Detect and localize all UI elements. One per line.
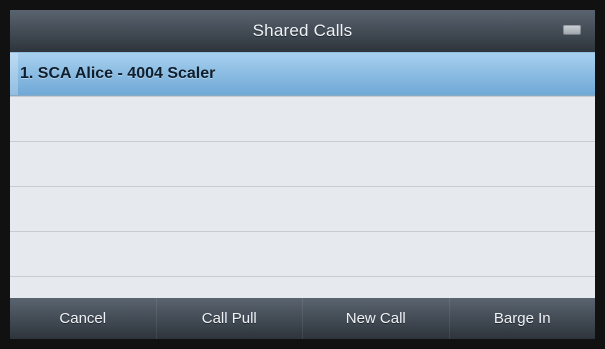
list-item-label: 1. SCA Alice - 4004 Scaler xyxy=(20,65,216,82)
phone-device: Shared Calls 1. SCA Alice - 4004 Scaler … xyxy=(0,0,605,349)
status-indicator-icon xyxy=(563,25,581,35)
softkey-call-pull-button[interactable]: Call Pull xyxy=(155,298,303,339)
softkey-new-call-label: New Call xyxy=(345,310,406,327)
softkey-call-pull-label: Call Pull xyxy=(201,310,257,327)
shared-calls-list: 1. SCA Alice - 4004 Scaler xyxy=(10,52,595,298)
list-item-selected[interactable]: 1. SCA Alice - 4004 Scaler xyxy=(10,52,595,96)
softkey-barge-in-button[interactable]: Barge In xyxy=(448,298,596,339)
softkey-cancel-button[interactable]: Cancel xyxy=(10,298,156,339)
page-title: Shared Calls xyxy=(252,21,353,40)
softkey-bar: Cancel Call Pull New Call Barge In xyxy=(10,298,595,339)
softkey-cancel-label: Cancel xyxy=(59,310,107,327)
softkey-new-call-button[interactable]: New Call xyxy=(302,298,449,339)
phone-screen: Shared Calls 1. SCA Alice - 4004 Scaler … xyxy=(10,10,595,339)
title-bar: Shared Calls xyxy=(10,10,595,52)
softkey-barge-in-label: Barge In xyxy=(493,310,551,327)
